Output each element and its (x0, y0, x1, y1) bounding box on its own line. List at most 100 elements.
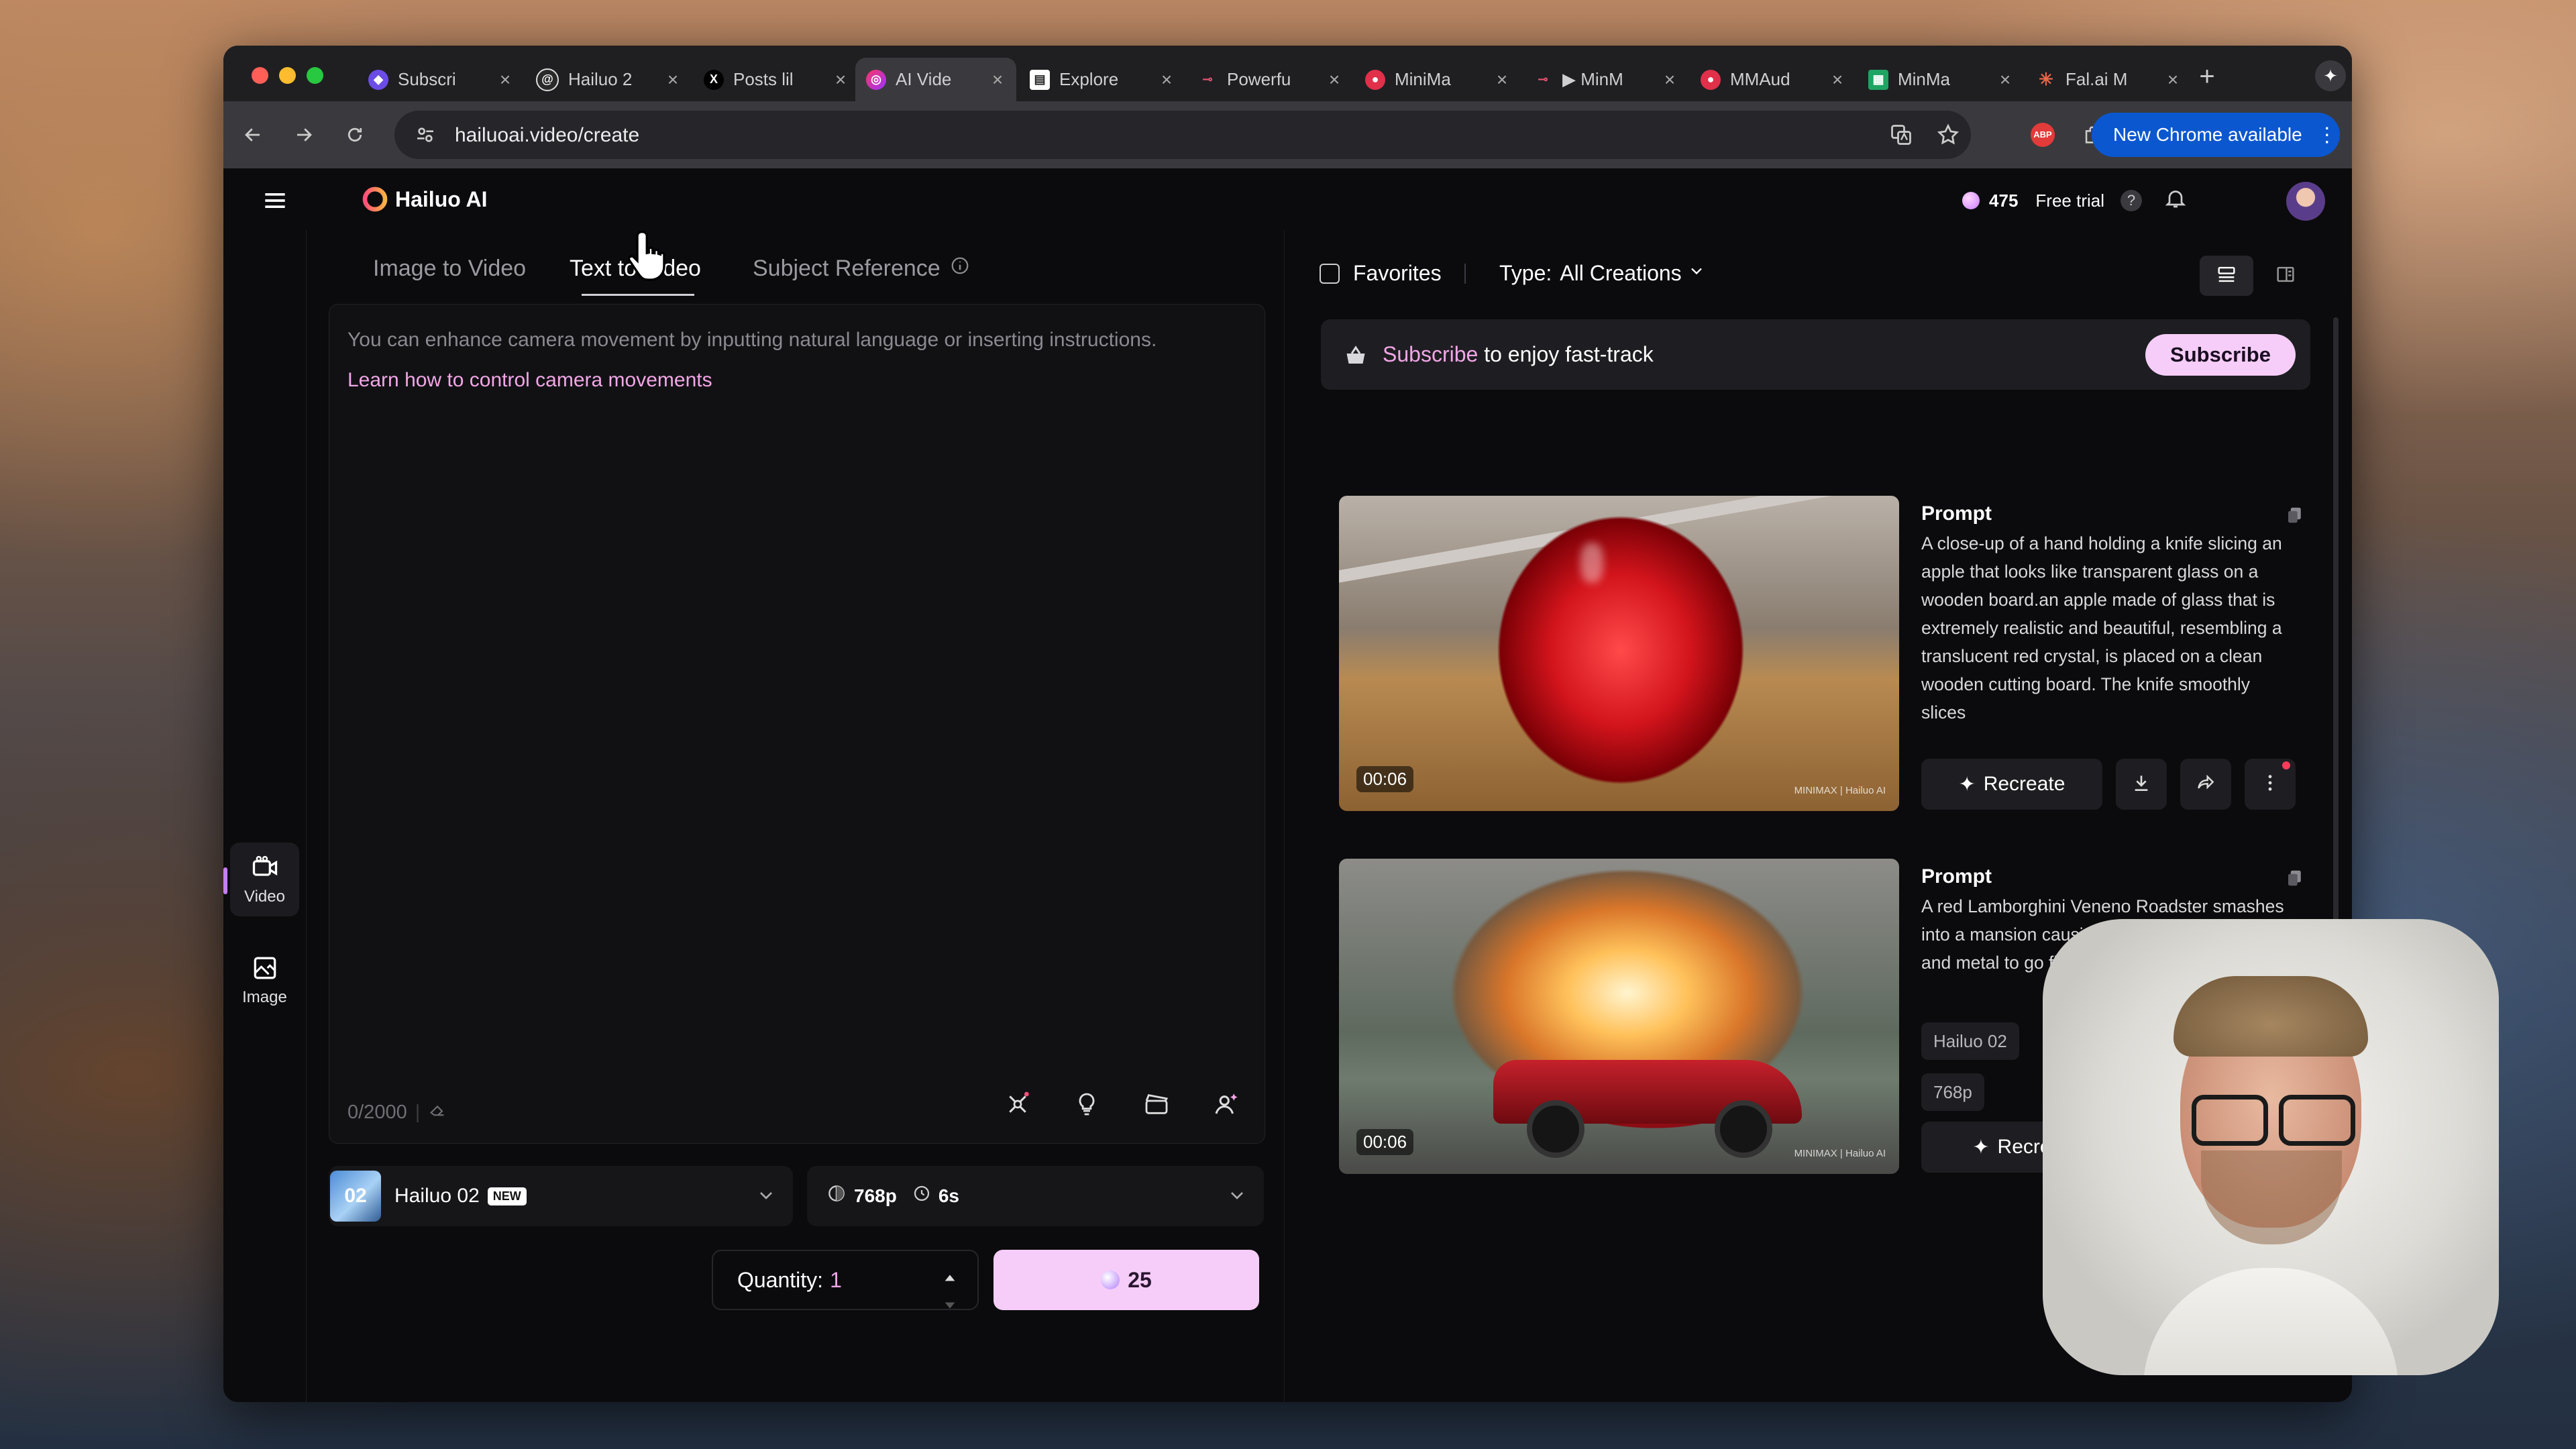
fal-icon: ✳ (2039, 69, 2053, 89)
tab-close-icon[interactable]: × (1157, 69, 1176, 91)
tab-subject-reference[interactable]: Subject Reference (753, 256, 970, 282)
hamburger-icon (260, 186, 290, 215)
minimize-window-button[interactable] (279, 67, 296, 84)
browser-tab[interactable]: ▤ Explore × (1019, 58, 1185, 101)
favorites-checkbox[interactable] (1320, 263, 1340, 284)
site-settings-icon[interactable] (415, 124, 436, 146)
tab-close-icon[interactable]: × (496, 69, 515, 91)
help-icon[interactable]: ? (2121, 190, 2142, 211)
more-options-button[interactable] (2245, 759, 2296, 810)
subscribe-banner: Subscribe to enjoy fast-track Subscribe (1321, 319, 2310, 390)
browser-tab[interactable]: ◆ Subscri × (358, 58, 524, 101)
tab-close-icon[interactable]: × (1325, 69, 1344, 91)
translate-icon[interactable] (1889, 123, 1913, 147)
list-view-button[interactable] (2200, 256, 2253, 296)
x-icon: X (704, 69, 724, 90)
copy-icon[interactable] (2285, 505, 2305, 529)
tab-close-icon[interactable]: × (1828, 69, 1847, 91)
more-vert-icon: ⋮ (2316, 123, 2337, 146)
user-avatar[interactable] (2286, 182, 2325, 221)
free-trial-label[interactable]: Free trial (2035, 191, 2104, 211)
recreate-button[interactable]: ✦ Recreate (1921, 759, 2102, 810)
watermark: MINIMAX | Hailuo AI (1794, 1148, 1886, 1159)
grid-view-button[interactable] (2259, 256, 2312, 296)
reload-button[interactable] (339, 119, 371, 151)
quantity-stepper[interactable]: Quantity: 1 (712, 1250, 979, 1310)
caret-up-icon[interactable] (943, 1263, 957, 1288)
tab-image-to-video[interactable]: Image to Video (373, 256, 526, 282)
subscribe-highlight[interactable]: Subscribe (1383, 342, 1478, 366)
rail-item-image[interactable]: Image (230, 943, 299, 1017)
maximize-window-button[interactable] (307, 67, 323, 84)
type-filter-dropdown[interactable]: Type: All Creations (1499, 261, 1706, 286)
info-icon[interactable] (950, 256, 970, 282)
caret-down-icon[interactable] (943, 1292, 957, 1317)
browser-tab[interactable]: ● MiniMa × (1354, 58, 1521, 101)
presenter-glasses-left (2192, 1095, 2268, 1146)
ai-style-button[interactable] (1208, 1088, 1243, 1123)
presenter-glasses-right (2279, 1095, 2355, 1146)
webcam-overlay (2043, 919, 2499, 1375)
browser-tab[interactable]: ▦ MinMa × (1858, 58, 2024, 101)
browser-tab[interactable]: ● MMAud × (1690, 58, 1856, 101)
camera-movements-link[interactable]: Learn how to control camera movements (347, 369, 712, 392)
tab-close-icon[interactable]: × (988, 69, 1007, 91)
link-icon: ⊸ (1538, 72, 1548, 86)
download-button[interactable] (2116, 759, 2167, 810)
presets-button[interactable] (1139, 1088, 1174, 1123)
video-thumbnail-apple[interactable]: 00:06 MINIMAX | Hailuo AI (1339, 496, 1899, 811)
favorites-toggle[interactable]: Favorites (1320, 261, 1442, 286)
copy-icon[interactable] (2285, 868, 2305, 892)
tab-close-icon[interactable]: × (1493, 69, 1511, 91)
bookmark-star-icon[interactable] (1936, 123, 1960, 147)
clock-icon (912, 1183, 932, 1209)
minimax-icon: ● (1365, 69, 1385, 90)
new-tab-button[interactable]: + (2192, 63, 2222, 93)
menu-button[interactable] (260, 186, 290, 215)
notification-bell-icon[interactable] (2163, 186, 2188, 215)
prompt-enhance-button[interactable] (1069, 1088, 1104, 1123)
prompt-textarea[interactable]: You can enhance camera movement by input… (329, 304, 1265, 1144)
eraser-icon[interactable] (428, 1100, 447, 1124)
browser-tab[interactable]: ✳ Fal.ai M × (2025, 58, 2192, 101)
camera-movement-button[interactable] (1000, 1088, 1035, 1123)
tab-close-icon[interactable]: × (831, 69, 850, 91)
share-button[interactable] (2180, 759, 2231, 810)
reload-icon (345, 125, 365, 145)
hailuo-create-page: Hailuo AI 475 Free trial ? Video Image I… (223, 168, 2352, 1402)
credit-gem-icon (1101, 1271, 1120, 1289)
close-window-button[interactable] (252, 67, 268, 84)
hailuo-logo-icon (362, 186, 388, 213)
gemini-sparkle-icon[interactable]: ✦ (2315, 60, 2346, 91)
tab-bar: ◆ Subscri × @ Hailuo 2 × X Posts lil × ◎… (223, 46, 2352, 101)
hailuo-logo[interactable]: Hailuo AI (362, 186, 487, 213)
rail-item-video[interactable]: Video (230, 843, 299, 916)
model-select[interactable]: 02 Hailuo 02 NEW (329, 1166, 793, 1226)
share-icon (2195, 772, 2216, 797)
browser-tab-active[interactable]: ◎ AI Vide × (855, 58, 1016, 101)
new-badge: NEW (487, 1187, 527, 1205)
video-settings-select[interactable]: 768p 6s (807, 1166, 1264, 1226)
tab-close-icon[interactable]: × (1660, 69, 1679, 91)
browser-tab[interactable]: ⊸ ▶ MinM × (1522, 58, 1688, 101)
subscribe-button[interactable]: Subscribe (2145, 334, 2296, 376)
tab-close-icon[interactable]: × (2163, 69, 2182, 91)
browser-tab[interactable]: @ Hailuo 2 × (525, 58, 692, 101)
stepper-arrows[interactable] (943, 1263, 957, 1317)
back-button[interactable] (237, 119, 269, 151)
adblock-extension-icon[interactable]: ABP (2027, 119, 2059, 151)
apple-highlight (1580, 543, 1603, 583)
browser-tab[interactable]: ⊸ Powerfu × (1187, 58, 1353, 101)
sheets-icon: ▦ (1868, 69, 1888, 90)
gallery-scrollbar[interactable] (2333, 317, 2339, 975)
video-thumbnail-lamborghini[interactable]: 00:06 MINIMAX | Hailuo AI (1339, 859, 1899, 1174)
browser-tab[interactable]: X Posts lil × (693, 58, 859, 101)
minimax-icon: ● (1701, 69, 1721, 90)
tab-close-icon[interactable]: × (663, 69, 682, 91)
active-indicator (223, 867, 227, 894)
address-bar[interactable]: hailuoai.video/create (394, 111, 1971, 159)
tab-close-icon[interactable]: × (1996, 69, 2015, 91)
forward-button[interactable] (288, 119, 320, 151)
new-chrome-available-button[interactable]: New Chrome available ⋮ (2092, 113, 2340, 157)
generate-button[interactable]: 25 (994, 1250, 1259, 1310)
